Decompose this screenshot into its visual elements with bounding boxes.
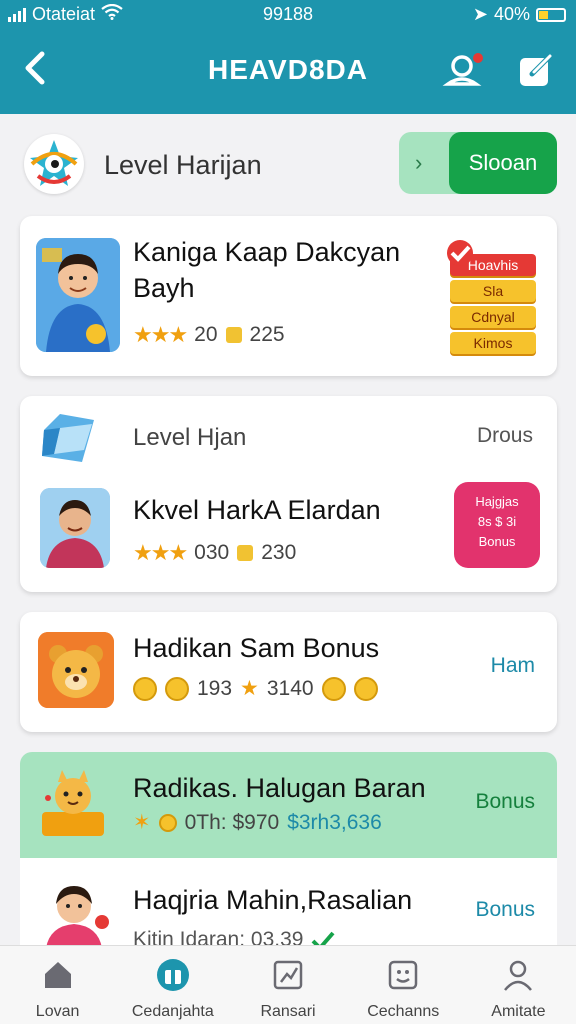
lock-icon (237, 545, 254, 561)
card-title: Haqjria Mahin,Rasalian (133, 885, 413, 915)
reward-stack[interactable]: Hoavhis Sla Cdnyal Kimos (444, 236, 540, 354)
task-card-1[interactable]: Kaniga Kaap Dakcyan Bayh ★★★ 20 225 Hoav… (20, 216, 557, 376)
nav-label: Cedanjahta (131, 1003, 214, 1020)
reward-label-3: Cdnyal (450, 306, 536, 328)
nav-gift[interactable]: Cedanjahta (115, 946, 230, 1024)
card-meta: ★★★ 20 225 (133, 322, 285, 348)
folder-icon (38, 410, 100, 466)
page-title: HEAVD8DA (208, 54, 368, 85)
status-bar: Otateiat 99188 ➤ 40% (0, 0, 576, 30)
coin-icon (353, 676, 378, 701)
reward-label-4: Kimos (450, 332, 536, 354)
battery-icon (536, 7, 566, 22)
bear-avatar (38, 632, 114, 708)
location-icon: ➤ (472, 4, 488, 24)
section-right-label: Drous (476, 424, 533, 447)
card-title: Kaniga Kaap Dakcyan Bayh (133, 237, 401, 303)
meta-value: 0Th: $970 (184, 810, 280, 834)
home-icon (44, 962, 71, 988)
reward-label-2: Sla (450, 280, 536, 302)
task-card-4[interactable]: Radikas. Halugan Baran ✶ 0Th: $970 $3rh3… (20, 752, 557, 858)
cat-avatar (40, 768, 106, 838)
face-icon (388, 960, 418, 990)
kid-avatar (40, 488, 110, 568)
nav-face[interactable]: Cechanns (346, 946, 461, 1024)
coin-icon (158, 813, 177, 832)
rating-count: 030 (194, 541, 230, 564)
task-card-5[interactable]: Haqjria Mahin,Rasalian Kitin Idaran: 03.… (20, 858, 557, 951)
checkmark-icon (447, 240, 473, 266)
bonus-link[interactable]: Bonus (475, 898, 535, 922)
section-label: Level Hjan (133, 424, 247, 451)
count-value: 193 (197, 676, 233, 700)
card-title: Kkvel HarkA Elardan (133, 495, 381, 525)
app-bar: HEAVD8DA (0, 30, 576, 114)
bottom-navigation: Lovan Cedanjahta Ransari Cechanns Amitat… (0, 945, 576, 1024)
task-card-3[interactable]: Hadikan Sam Bonus 193 ★ 3140 Ham (20, 612, 557, 732)
points-value: 3140 (266, 676, 314, 700)
badge-line-3: Bonus (478, 534, 516, 549)
points-value: 225 (249, 323, 285, 346)
nav-label: Cechanns (367, 1003, 440, 1020)
card-meta: ✶ 0Th: $970 $3rh3,636 (133, 810, 382, 835)
bonus-link[interactable]: Bonus (475, 790, 535, 814)
rating-count: 20 (194, 323, 218, 346)
nav-label: Ransari (260, 1003, 316, 1020)
edit-button[interactable] (514, 48, 558, 92)
card-link[interactable]: Ham (491, 654, 535, 678)
badge-line-2: 8s $ 3i (477, 514, 517, 529)
coin-icon (133, 676, 157, 701)
task-card-2[interactable]: Level Hjan Drous Kkvel HarkA Elardan ★★★… (20, 396, 557, 592)
coin-icon (165, 676, 189, 701)
nav-label: Amitate (491, 1003, 546, 1020)
nav-profile[interactable]: Amitate (461, 946, 576, 1024)
edit-icon (520, 53, 553, 86)
badge-line-1: Hajgjas (475, 494, 519, 509)
card-meta: ★★★ 030 230 (133, 540, 296, 566)
rating-stars: ★★★ (133, 322, 188, 347)
user-alert-icon (442, 53, 483, 86)
level-label: Level Harijan (104, 150, 262, 180)
rating-stars: ★★★ (133, 540, 188, 565)
star-icon: ★ (240, 677, 259, 700)
meta-value-2: $3rh3,636 (287, 810, 382, 834)
nav-label: Lovan (35, 1003, 80, 1020)
battery-percent: 40% (493, 4, 530, 24)
coin-icon (321, 676, 346, 701)
nav-home[interactable]: Lovan (0, 946, 115, 1024)
toggle-on-label: Slooan (449, 132, 557, 194)
points-value: 230 (261, 541, 297, 564)
gift-icon (156, 959, 189, 991)
lock-icon (225, 327, 242, 343)
level-toggle[interactable]: › Slooan (399, 132, 557, 194)
boy-avatar (36, 238, 120, 352)
bonus-badge[interactable]: Hajgjas 8s $ 3i Bonus (454, 482, 540, 568)
sparkle-icon: ✶ (133, 811, 151, 834)
level-logo-icon (24, 134, 84, 194)
card-title: Radikas. Halugan Baran (133, 773, 426, 803)
chart-icon (273, 960, 303, 990)
chevron-right-icon: › (415, 150, 423, 175)
girl-avatar (38, 876, 110, 948)
level-header: Level Harijan › Slooan (20, 130, 560, 200)
nav-chart[interactable]: Ransari (230, 946, 345, 1024)
card-meta: 193 ★ 3140 (133, 676, 378, 701)
card-title: Hadikan Sam Bonus (133, 633, 380, 663)
profile-notification-button[interactable] (442, 48, 486, 92)
user-icon (504, 960, 533, 991)
